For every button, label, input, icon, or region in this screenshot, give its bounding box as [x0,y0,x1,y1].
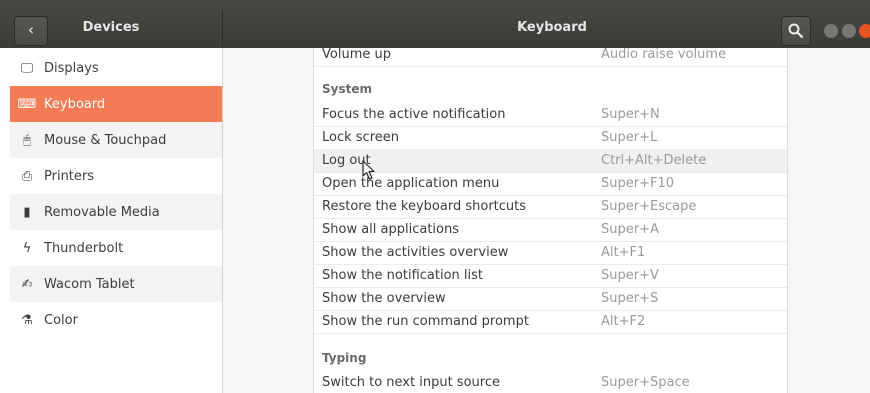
shortcut-key: Ctrl+Alt+Delete [601,153,707,168]
shortcut-name: Switch to next input source [322,375,500,390]
window-titlebar: ‹ Devices Keyboard [0,0,870,48]
shortcut-row[interactable]: Show the notification list Super+V [314,264,787,288]
shortcut-name: Show the activities overview [322,245,509,260]
sidebar-item-label: Thunderbolt [44,240,124,256]
shortcut-key: Alt+F1 [601,245,646,260]
shortcut-key: Super+L [601,130,658,145]
shortcut-row[interactable]: Open the application menu Super+F10 [314,172,787,196]
shortcut-name: Lock screen [322,130,399,145]
page-title: Keyboard [517,20,587,35]
shortcut-row[interactable]: Show the activities overview Alt+F1 [314,241,787,265]
sidebar-item-wacom-tablet[interactable]: ✍ Wacom Tablet [10,266,222,302]
mouse-pointer-icon [362,160,375,180]
minimize-button[interactable] [824,24,838,38]
tablet-icon: ✍ [21,276,33,292]
shortcut-row[interactable]: Show all applications Super+A [314,218,787,242]
shortcut-key: Super+V [601,268,659,283]
search-button[interactable] [781,16,811,46]
shortcut-name: Restore the keyboard shortcuts [322,199,527,214]
shortcut-row[interactable]: Log out Ctrl+Alt+Delete [314,149,787,173]
sidebar-item-thunderbolt[interactable]: ϟ Thunderbolt [10,230,222,266]
sidebar-title: Devices [82,20,140,35]
shortcut-name: Show the overview [322,291,446,306]
titlebar-separator [222,10,223,48]
sidebar-item-label: Printers [44,168,95,184]
shortcut-row[interactable]: Switch to next input source Super+Space [314,371,787,393]
shortcut-name: Show all applications [322,222,460,237]
sidebar-item-color[interactable]: ⚗ Color [10,302,222,338]
shortcut-name: Volume up [322,48,391,62]
sidebar-item-label: Removable Media [44,204,160,220]
shortcut-row[interactable]: Show the overview Super+S [314,287,787,311]
sidebar-item-removable-media[interactable]: ▮ Removable Media [10,194,222,230]
shortcut-name: Show the notification list [322,268,484,283]
shortcuts-content: Volume up Audio raise volume System Focu… [223,48,870,393]
search-icon [788,23,804,39]
color-icon: ⚗ [21,312,33,328]
close-button[interactable] [859,24,870,38]
shortcut-key: Super+Space [601,375,690,390]
shortcut-row[interactable]: Volume up Audio raise volume [314,48,787,67]
sidebar: 🖵 Displays ⌨ Keyboard 🖰 Mouse & Touchpad… [0,48,223,393]
shortcut-key: Super+A [601,222,659,237]
shortcut-name: Show the run command prompt [322,314,529,329]
sidebar-item-label: Keyboard [44,96,106,112]
sidebar-item-label: Mouse & Touchpad [44,132,167,148]
mouse-icon: 🖰 [23,132,31,148]
shortcut-row[interactable]: Focus the active notification Super+N [314,103,787,127]
shortcut-row[interactable]: Show the run command prompt Alt+F2 [314,310,787,334]
shortcut-key: Super+Escape [601,199,697,214]
sidebar-item-label: Wacom Tablet [44,276,135,292]
shortcut-name: Focus the active notification [322,107,506,122]
shortcut-key: Super+N [601,107,660,122]
removable-media-icon: ▮ [23,204,31,220]
thunderbolt-icon: ϟ [22,240,32,256]
sidebar-item-mouse-touchpad[interactable]: 🖰 Mouse & Touchpad [10,122,222,158]
shortcut-row[interactable]: Lock screen Super+L [314,126,787,150]
section-header-typing: Typing [322,351,367,365]
shortcut-name: Open the application menu [322,176,500,191]
printer-icon: ⎙ [21,168,33,184]
shortcut-key: Alt+F2 [601,314,646,329]
sidebar-item-printers[interactable]: ⎙ Printers [10,158,222,194]
sidebar-item-displays[interactable]: 🖵 Displays [10,50,222,86]
keyboard-icon: ⌨ [17,96,37,112]
section-header-system: System [322,82,372,96]
shortcut-key: Super+F10 [601,176,674,191]
display-icon: 🖵 [20,60,34,76]
sidebar-item-keyboard[interactable]: ⌨ Keyboard [10,86,222,122]
sidebar-item-label: Color [44,312,78,328]
sidebar-item-label: Displays [44,60,99,76]
shortcut-key: Super+S [601,291,659,306]
shortcut-key: Audio raise volume [601,48,727,62]
maximize-button[interactable] [842,24,856,38]
shortcuts-list: Volume up Audio raise volume System Focu… [313,48,788,393]
shortcut-row[interactable]: Restore the keyboard shortcuts Super+Esc… [314,195,787,219]
